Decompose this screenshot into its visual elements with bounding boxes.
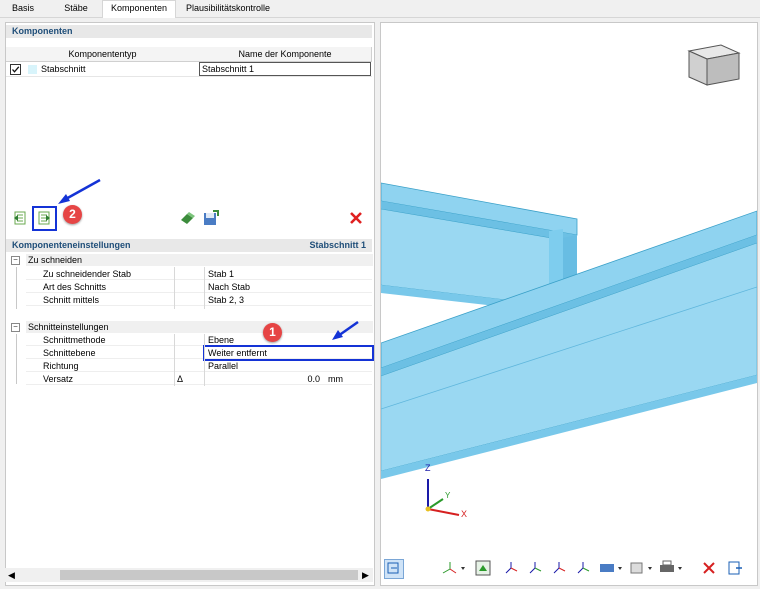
view-x-icon — [505, 562, 518, 574]
export-button[interactable] — [726, 559, 744, 577]
transparency-button[interactable] — [628, 559, 656, 577]
view-z-button[interactable] — [550, 559, 568, 577]
axis-label-z: Z — [425, 463, 431, 473]
arrow-head-icon — [58, 194, 70, 204]
scroll-left-icon[interactable]: ◀ — [8, 570, 15, 581]
axis-triad-icon — [425, 479, 460, 516]
render-button[interactable] — [474, 559, 492, 577]
view-x-button[interactable] — [502, 559, 520, 577]
cube-icon — [630, 562, 652, 574]
axis-label-y: Y — [445, 491, 451, 500]
print-icon — [660, 560, 682, 572]
view-y-icon — [529, 562, 542, 574]
arrow-icon — [63, 178, 101, 202]
viewport-sync-button[interactable] — [384, 559, 404, 579]
3d-viewport[interactable]: Z Y X — [380, 22, 758, 586]
display-mode-icon — [600, 564, 622, 572]
view-iso-icon — [577, 562, 590, 574]
reset-view-button[interactable] — [700, 559, 718, 577]
print-button[interactable] — [658, 559, 686, 577]
view-y-button[interactable] — [526, 559, 544, 577]
scroll-right-icon[interactable]: ▶ — [362, 570, 369, 581]
viewport-toolbar — [380, 556, 756, 580]
horizontal-scrollbar[interactable]: ◀ ▶ — [5, 568, 373, 582]
arrow-head-icon — [332, 330, 343, 340]
display-mode-button[interactable] — [598, 559, 626, 577]
axis-view-button[interactable] — [440, 559, 468, 577]
view-z-icon — [553, 562, 566, 574]
view-iso-button[interactable] — [574, 559, 592, 577]
close-view-icon — [703, 562, 715, 574]
export-icon — [728, 561, 742, 575]
beam-model — [381, 44, 757, 516]
render-icon — [475, 560, 491, 576]
axis-label-x: X — [461, 509, 468, 519]
sync-icon — [387, 562, 399, 574]
axis-dropdown-icon — [442, 562, 465, 574]
arrow-icon — [337, 320, 359, 338]
scrollbar-thumb[interactable] — [60, 570, 358, 580]
view-cube-icon — [687, 44, 741, 86]
